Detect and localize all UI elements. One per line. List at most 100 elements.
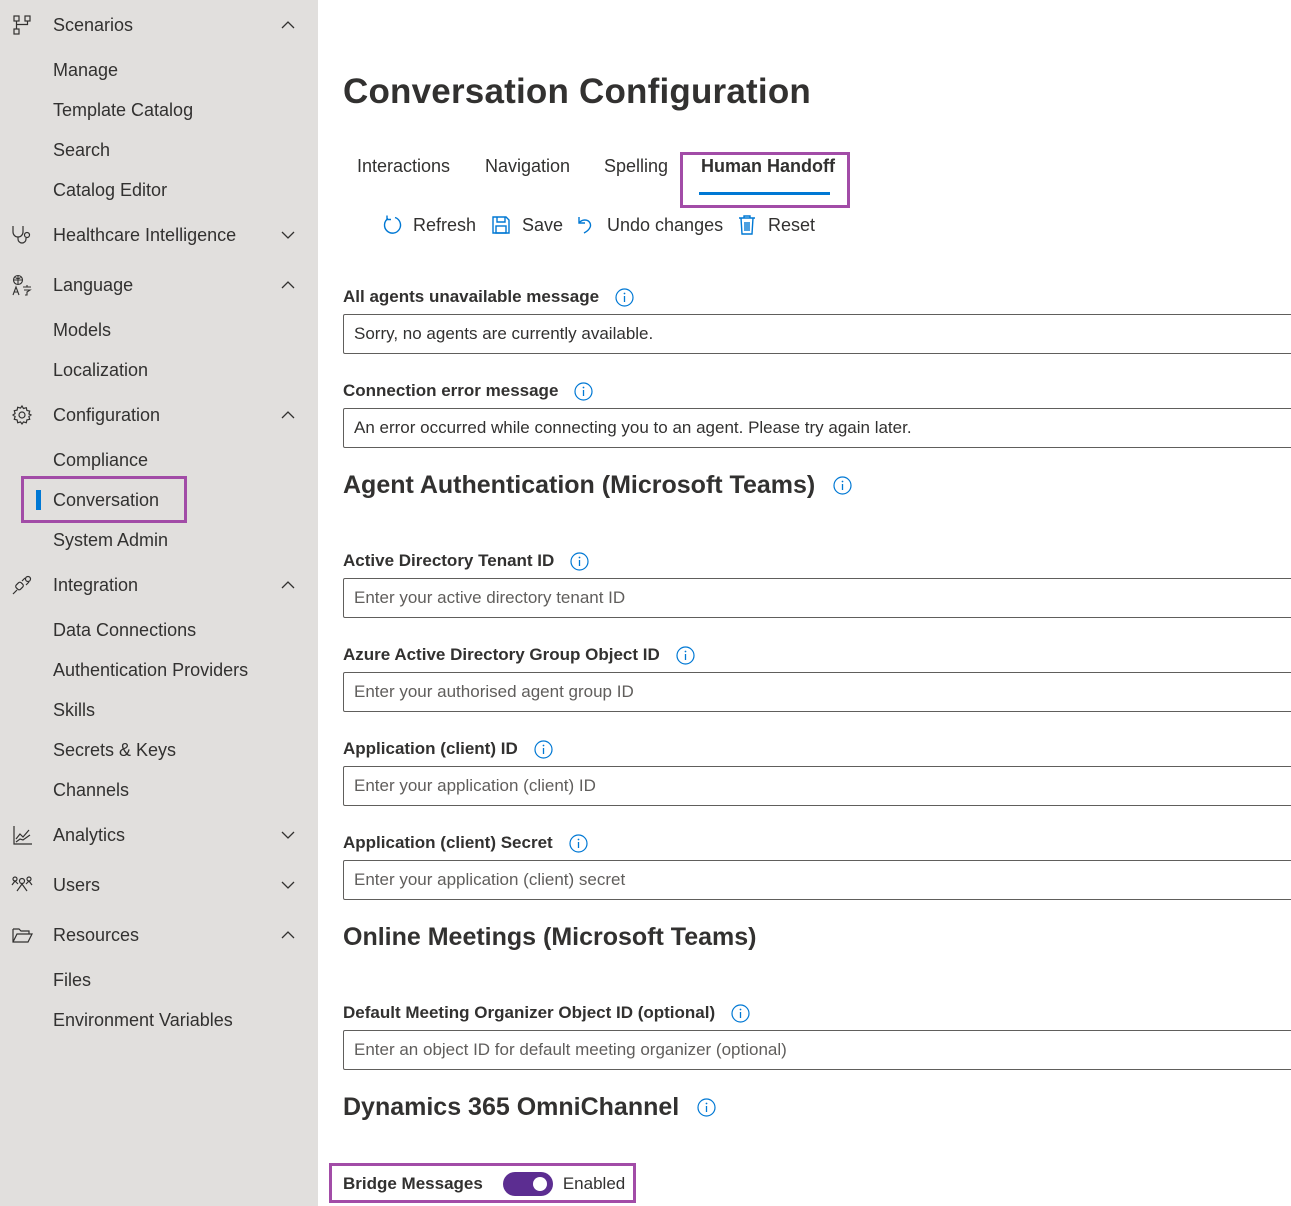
info-icon[interactable] [569,833,588,853]
chevron-up-icon[interactable] [279,277,297,293]
field-label-text: Azure Active Directory Group Object ID [343,645,660,664]
sidebar-item-label: Localization [53,359,149,380]
sidebar-item-label: Skills [53,699,96,720]
sidebar-item-search[interactable]: Search [0,132,318,168]
main-content: Conversation Configuration Interactions … [318,0,1291,1206]
chevron-up-icon[interactable] [279,577,297,593]
sidebar-item-label: Environment Variables [53,1009,233,1030]
sidebar-item-data-connections[interactable]: Data Connections [0,612,318,648]
field-label-text: Active Directory Tenant ID [343,551,555,570]
bridge-messages-label: Bridge Messages [343,1174,483,1193]
tab-spelling[interactable]: Spelling [604,156,668,188]
tab-interactions[interactable]: Interactions [357,156,450,188]
meeting-organizer-input[interactable] [343,1030,1291,1070]
connection-error-input[interactable] [343,408,1291,448]
chevron-down-icon[interactable] [279,827,297,843]
section-heading-text: Online Meetings (Microsoft Teams) [343,923,757,951]
sidebar-group-healthcare-intelligence[interactable]: Healthcare Intelligence [0,215,318,255]
trash-icon [739,215,755,235]
sidebar-group-configuration[interactable]: Configuration [0,395,318,435]
users-icon [11,876,33,892]
info-icon[interactable] [731,1003,750,1023]
chevron-down-icon[interactable] [279,877,297,893]
chevron-down-icon[interactable] [279,227,297,243]
sidebar-item-environment-variables[interactable]: Environment Variables [0,1002,318,1038]
sidebar-group-language[interactable]: Language [0,265,318,305]
sidebar-group-label: Configuration [53,404,161,425]
active-indicator [36,490,41,510]
client-id-label: Application (client) ID [343,739,553,759]
meeting-organizer-label: Default Meeting Organizer Object ID (opt… [343,1003,750,1023]
sidebar-item-label: Data Connections [53,619,197,640]
sidebar-item-conversation[interactable]: Conversation [0,482,318,518]
sidebar-item-label: Template Catalog [53,99,194,120]
connection-error-label: Connection error message [343,381,594,401]
bridge-messages-toggle[interactable] [502,1172,553,1196]
folder-icon [12,928,33,943]
reset-button[interactable]: Reset [736,211,815,239]
save-button[interactable]: Save [490,211,563,239]
info-icon[interactable] [574,381,594,401]
group-object-id-input[interactable] [343,672,1291,712]
sidebar-item-label: Models [53,319,112,340]
info-icon[interactable] [697,1098,716,1117]
sidebar-item-label: Authentication Providers [53,659,249,680]
sidebar-item-channels[interactable]: Channels [0,772,318,808]
sidebar-group-label: Scenarios [53,14,134,35]
sidebar-item-label: Secrets & Keys [53,739,177,760]
sidebar-item-label: Files [53,969,92,990]
tenant-id-input[interactable] [343,578,1291,618]
section-heading-text: Dynamics 365 OmniChannel [343,1093,680,1121]
sidebar-group-analytics[interactable]: Analytics [0,815,318,855]
sidebar-item-skills[interactable]: Skills [0,692,318,728]
reset-label: Reset [768,214,816,235]
sidebar-item-manage[interactable]: Manage [0,52,318,88]
field-label-text: Default Meeting Organizer Object ID (opt… [343,1003,716,1022]
undo-label: Undo changes [607,214,724,235]
sidebar-item-files[interactable]: Files [0,962,318,998]
info-icon[interactable] [833,476,852,495]
all-agents-unavailable-input[interactable] [343,314,1291,354]
sidebar-item-label: Search [53,139,111,160]
chevron-up-icon[interactable] [279,927,297,943]
stethoscope-icon [12,226,31,244]
chevron-up-icon[interactable] [279,17,297,33]
sidebar-item-label: System Admin [53,529,169,550]
active-tab-indicator [699,192,830,195]
sidebar-group-scenarios[interactable]: Scenarios [0,5,318,45]
sidebar-item-secrets-keys[interactable]: Secrets & Keys [0,732,318,768]
sidebar-item-catalog-editor[interactable]: Catalog Editor [0,172,318,208]
sidebar: Scenarios Manage Template Catalog Search… [0,0,318,1206]
chevron-up-icon[interactable] [279,407,297,423]
sidebar-group-users[interactable]: Users [0,865,318,905]
field-label-text: Application (client) ID [343,739,518,758]
flow-icon [13,15,31,35]
save-icon [492,216,510,234]
info-icon[interactable] [570,551,589,571]
page-title: Conversation Configuration [343,72,811,111]
sidebar-item-system-admin[interactable]: System Admin [0,522,318,558]
tab-navigation[interactable]: Navigation [485,156,570,188]
sidebar-item-localization[interactable]: Localization [0,352,318,388]
info-icon[interactable] [676,645,695,665]
sidebar-item-compliance[interactable]: Compliance [0,442,318,478]
undo-button[interactable]: Undo changes [575,211,723,239]
sidebar-item-authentication-providers[interactable]: Authentication Providers [0,652,318,688]
group-object-id-label: Azure Active Directory Group Object ID [343,645,695,665]
info-icon[interactable] [534,739,553,759]
client-id-input[interactable] [343,766,1291,806]
refresh-button[interactable]: Refresh [381,211,476,239]
save-label: Save [522,214,564,235]
sidebar-group-resources[interactable]: Resources [0,915,318,955]
sidebar-item-models[interactable]: Models [0,312,318,348]
field-label-text: Connection error message [343,381,559,400]
plug-icon [12,575,32,595]
client-secret-input[interactable] [343,860,1291,900]
info-icon[interactable] [615,287,634,307]
tab-human-handoff[interactable]: Human Handoff [701,156,835,188]
bridge-messages-state: Enabled [562,1174,626,1193]
sidebar-group-integration[interactable]: Integration [0,565,318,605]
chart-icon [13,826,32,845]
sidebar-item-template-catalog[interactable]: Template Catalog [0,92,318,128]
sidebar-group-label: Healthcare Intelligence [53,224,237,245]
